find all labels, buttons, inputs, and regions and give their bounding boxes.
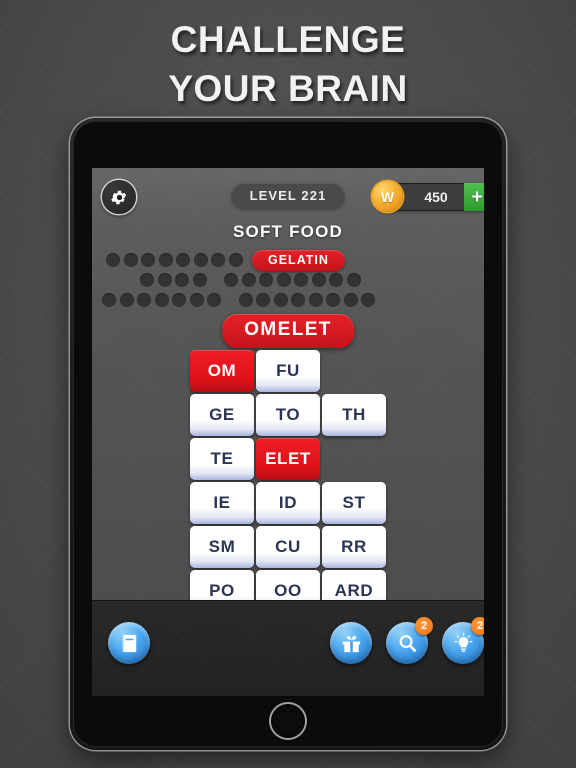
letter-slot xyxy=(346,273,361,287)
game-toolbar: 2 2 xyxy=(92,600,484,696)
hint-button[interactable]: 2 xyxy=(442,617,484,664)
category-label: SOFT FOOD xyxy=(233,222,343,241)
letter-slot xyxy=(102,293,116,307)
letter-tile-grid: OM FU GE TO TH TE ELET IE ID ST SM CU RR PO OO ARD xyxy=(190,350,386,614)
letter-slot xyxy=(175,273,189,287)
letter-slot xyxy=(224,273,238,287)
letter-slot xyxy=(291,293,305,307)
book-icon xyxy=(118,632,141,655)
tile-row: OM FU xyxy=(190,350,386,392)
wordbook-button[interactable] xyxy=(108,622,150,664)
magnifier-icon xyxy=(396,632,419,655)
reveal-letter-button[interactable]: 2 xyxy=(386,617,433,664)
letter-tile[interactable]: FU xyxy=(256,350,320,392)
letter-slot xyxy=(256,293,270,307)
letter-tile[interactable]: CU xyxy=(256,526,320,568)
current-answer: OMELET xyxy=(222,314,354,348)
letter-slot xyxy=(192,273,207,287)
letter-slot xyxy=(158,253,173,267)
tile-row: TE ELET xyxy=(190,438,386,480)
home-button[interactable] xyxy=(271,704,305,738)
settings-button[interactable] xyxy=(102,180,136,214)
letter-slot xyxy=(361,293,375,307)
coin-icon: W xyxy=(372,181,403,212)
letter-slot xyxy=(259,273,273,287)
letter-slot xyxy=(157,273,172,287)
puzzle-row xyxy=(92,290,484,310)
coin-counter[interactable]: W 450 + xyxy=(372,181,484,212)
letter-slot xyxy=(193,253,208,267)
headline-line-2: YOUR BRAIN xyxy=(168,67,408,109)
level-indicator: LEVEL 221 xyxy=(231,183,345,209)
letter-tile[interactable]: TE xyxy=(190,438,254,480)
letter-slot xyxy=(137,293,151,307)
letter-slot xyxy=(172,293,186,307)
puzzle-row: GELATIN xyxy=(92,249,484,271)
add-coins-button[interactable]: + xyxy=(464,183,484,211)
letter-slot xyxy=(308,293,323,307)
gift-icon xyxy=(340,632,363,655)
puzzle-row xyxy=(92,270,484,290)
hint-badge: 2 xyxy=(471,617,484,635)
found-word: GELATIN xyxy=(252,249,345,271)
letter-slot xyxy=(189,293,204,307)
letter-slot xyxy=(207,293,221,307)
letter-slot xyxy=(273,293,288,307)
letter-slot xyxy=(311,273,326,287)
lightbulb-icon xyxy=(452,632,475,655)
letter-tile[interactable]: TH xyxy=(322,394,386,436)
gear-icon xyxy=(110,188,129,207)
letter-slot xyxy=(176,253,190,267)
letter-tile[interactable]: IE xyxy=(190,482,254,524)
letter-slot xyxy=(241,273,256,287)
letter-slot xyxy=(238,293,253,307)
letter-slot xyxy=(154,293,169,307)
letter-slot xyxy=(329,273,343,287)
letter-slot xyxy=(211,253,225,267)
gift-button[interactable] xyxy=(330,622,372,664)
letter-slot xyxy=(119,293,134,307)
letter-tile[interactable]: GE xyxy=(190,394,254,436)
reveal-letter-badge: 2 xyxy=(415,617,433,635)
tile-row: IE ID ST xyxy=(190,482,386,524)
coin-amount: 450 xyxy=(424,189,448,205)
letter-tile[interactable]: OM xyxy=(190,350,254,392)
letter-slot xyxy=(326,293,340,307)
letter-slot xyxy=(106,253,120,267)
page-headline: CHALLENGE YOUR BRAIN xyxy=(0,16,576,114)
letter-tile[interactable]: RR xyxy=(322,526,386,568)
letter-slot xyxy=(123,253,138,267)
letter-tile[interactable]: SM xyxy=(190,526,254,568)
tile-row: GE TO TH xyxy=(190,394,386,436)
letter-tile[interactable]: TO xyxy=(256,394,320,436)
tile-row: SM CU RR xyxy=(190,526,386,568)
letter-slot xyxy=(141,253,155,267)
letter-slot xyxy=(276,273,291,287)
letter-tile[interactable]: ID xyxy=(256,482,320,524)
letter-slot xyxy=(343,293,358,307)
letter-tile[interactable]: ST xyxy=(322,482,386,524)
headline-line-1: CHALLENGE xyxy=(170,19,406,60)
puzzle-board: GELATIN xyxy=(92,249,484,310)
letter-slot xyxy=(228,253,243,267)
tablet-device: LEVEL 221 W 450 + SOFT FOOD GELATIN OMEL… xyxy=(70,118,506,750)
letter-tile[interactable]: ELET xyxy=(256,438,320,480)
letter-slot xyxy=(140,273,154,287)
game-topbar: LEVEL 221 W 450 + xyxy=(92,180,484,214)
game-screen: LEVEL 221 W 450 + SOFT FOOD GELATIN OMEL… xyxy=(92,168,484,696)
letter-slot xyxy=(294,273,308,287)
